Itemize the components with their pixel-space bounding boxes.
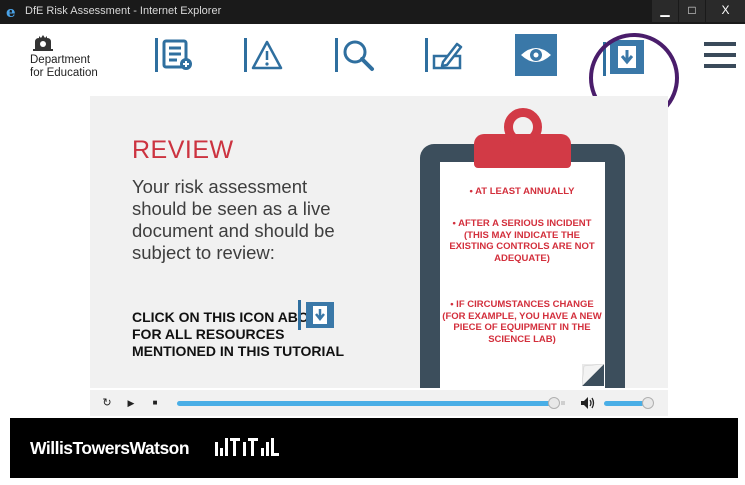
wtw-brand-name: WillisTowersWatson [30, 438, 190, 458]
download-icon-box [306, 302, 334, 328]
seek-bar[interactable] [177, 401, 554, 406]
view-button[interactable] [515, 34, 557, 76]
maximize-button[interactable]: □ [679, 0, 705, 22]
toolbar-separator [298, 300, 301, 330]
window-title: DfE Risk Assessment - Internet Explorer [25, 5, 222, 17]
slide-heading: REVIEW [132, 136, 234, 164]
wtw-logo-mark [215, 438, 285, 458]
cta-download-icon [298, 300, 334, 330]
toolbar-separator [335, 38, 338, 72]
close-button[interactable]: X [706, 0, 745, 22]
royal-crest-icon [33, 35, 53, 51]
footer-bar: WillisTowersWatson [10, 418, 738, 478]
sign-icon [432, 42, 463, 70]
menu-icon-bar [704, 53, 736, 57]
paper-fold-corner [581, 363, 605, 387]
search-button[interactable] [335, 36, 379, 76]
seek-end-marker [561, 401, 565, 405]
player-controls: ↻ ▶ ■ [90, 390, 668, 416]
checklist-button[interactable] [155, 36, 199, 76]
warning-icon [251, 40, 283, 70]
toolbar-separator [244, 38, 247, 72]
internet-explorer-icon: e [6, 3, 16, 21]
record-button[interactable] [425, 36, 469, 76]
volume-handle[interactable] [642, 397, 654, 409]
play-button[interactable]: ▶ [124, 396, 138, 410]
slide-stage: REVIEW Your risk assessment should be se… [90, 96, 668, 388]
hazard-button[interactable] [244, 36, 288, 76]
course-toolbar: Department for Education [10, 24, 738, 123]
toolbar-separator [425, 38, 428, 72]
dfe-logo-line1: Department [30, 54, 91, 66]
replay-button[interactable]: ↻ [100, 396, 114, 410]
minimize-button[interactable]: ▁ [652, 0, 678, 22]
dfe-logo-text: Department for Education [30, 54, 98, 80]
checklist-icon [162, 39, 192, 70]
volume-slider[interactable] [604, 401, 644, 406]
review-item-circumstances: • IF CIRCUMSTANCES CHANGE (FOR EXAMPLE, … [442, 299, 602, 345]
dfe-logo: Department for Education [30, 34, 120, 84]
menu-button[interactable] [704, 42, 736, 70]
paper-fold-icon [581, 363, 605, 387]
seek-handle[interactable] [548, 397, 560, 409]
clipboard-graphic: • AT LEAST ANNUALLY • AFTER A SERIOUS IN… [420, 108, 625, 388]
review-item-incident: • AFTER A SERIOUS INCIDENT (THIS MAY IND… [449, 218, 595, 264]
volume-icon[interactable] [580, 395, 596, 411]
menu-icon-bar [704, 64, 736, 68]
review-item-annually: • AT LEAST ANNUALLY [469, 186, 575, 197]
dfe-logo-line2: for Education [30, 67, 98, 79]
download-icon [313, 306, 327, 324]
menu-icon [704, 42, 736, 46]
toolbar-separator [155, 38, 158, 72]
search-icon [343, 40, 374, 71]
slide-body: Your risk assessment should be seen as a… [132, 176, 335, 263]
clipboard-clip-ring [504, 108, 542, 146]
title-bar: e DfE Risk Assessment - Internet Explore… [0, 0, 745, 24]
stop-button[interactable]: ■ [148, 396, 162, 410]
browser-window: e DfE Risk Assessment - Internet Explore… [0, 0, 745, 485]
eye-icon [521, 48, 551, 62]
